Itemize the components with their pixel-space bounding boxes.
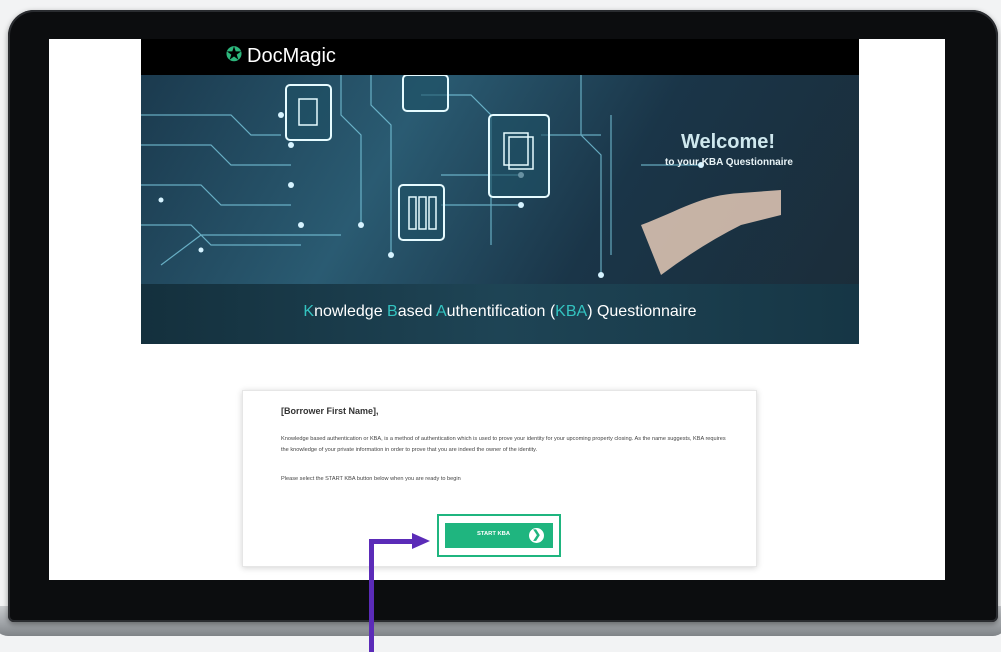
hero-banner: Welcome! to your KBA Questionnaire bbox=[141, 75, 859, 284]
welcome-title: Welcome! bbox=[680, 131, 776, 153]
welcome-subtitle: to your KBA Questionnaire bbox=[665, 157, 793, 168]
laptop-screen: ✪ DocMagic Welcome! to your KBA Question… bbox=[49, 39, 945, 580]
kba-description: Knowledge based authentication or KBA, i… bbox=[281, 436, 726, 453]
kba-title-part: ased bbox=[397, 303, 436, 320]
start-kba-button-label: START KBA bbox=[477, 531, 511, 537]
annotation-arrow-shaft bbox=[369, 539, 374, 652]
brand-logo-text: DocMagic bbox=[247, 45, 336, 67]
circuit-graphic bbox=[141, 75, 781, 278]
star-icon: ✪ bbox=[225, 44, 243, 66]
kba-title-part: B bbox=[387, 303, 398, 320]
kba-title-banner: Knowledge Based Authentification (KBA) Q… bbox=[141, 284, 859, 344]
kba-title-part: K bbox=[303, 303, 315, 320]
annotation-arrow-arm bbox=[369, 539, 414, 544]
kba-title-part: uthentification ( bbox=[446, 303, 556, 320]
annotation-arrow-head bbox=[412, 533, 430, 549]
kba-title-part: KBA bbox=[555, 303, 588, 320]
start-kba-button[interactable]: START KBA ❯ bbox=[445, 523, 553, 548]
start-kba-highlight: START KBA ❯ bbox=[437, 514, 561, 557]
kba-title: Knowledge Based Authentification (KBA) Q… bbox=[141, 303, 859, 321]
kba-title-part: nowledge bbox=[314, 303, 388, 320]
kba-title-part: ) Questionnaire bbox=[587, 303, 697, 320]
message-card: [Borrower First Name], Knowledge based a… bbox=[242, 390, 757, 567]
arrow-right-circle-icon: ❯ bbox=[529, 528, 544, 543]
email-page: ✪ DocMagic Welcome! to your KBA Question… bbox=[141, 39, 859, 580]
greeting: [Borrower First Name], bbox=[281, 406, 379, 416]
header-bar: ✪ DocMagic bbox=[141, 39, 859, 75]
kba-title-part: A bbox=[435, 303, 447, 320]
instructions-text: Please select the START KBA button below… bbox=[281, 476, 461, 482]
